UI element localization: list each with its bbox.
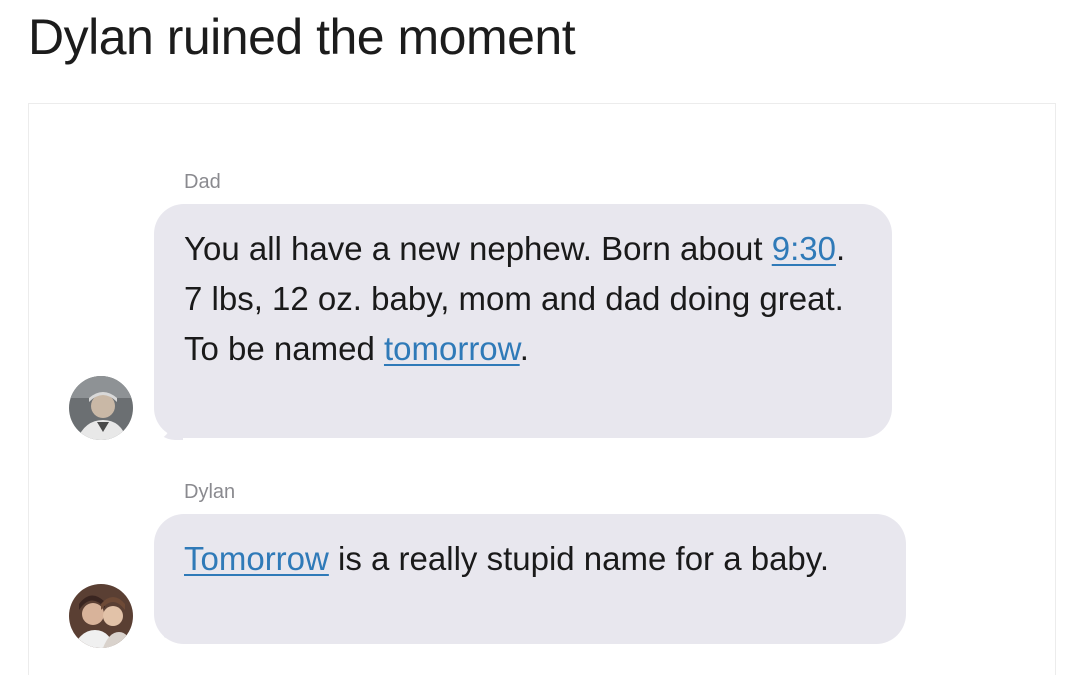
person-photo-avatar-icon[interactable]	[69, 584, 133, 648]
message-thread-screenshot: Dad You all have a new nephew. Born abou…	[28, 103, 1056, 675]
message-text: .	[519, 330, 529, 367]
page: Dylan ruined the moment Dad You all have…	[0, 0, 1080, 675]
message-text: is a really stupid name for a baby.	[328, 540, 829, 577]
date-link[interactable]: tomorrow	[384, 330, 520, 367]
date-link[interactable]: Tomorrow	[184, 540, 329, 577]
sender-name-dylan: Dylan	[184, 481, 236, 503]
post-title: Dylan ruined the moment	[28, 9, 576, 65]
person-photo-avatar-icon[interactable]	[69, 376, 133, 440]
message-bubble-dad[interactable]: You all have a new nephew. Born about 9:…	[154, 204, 892, 438]
sender-name-dad: Dad	[184, 171, 221, 193]
time-link[interactable]: 9:30	[772, 230, 836, 267]
message-text: You all have a new nephew. Born about	[184, 230, 772, 267]
message-bubble-dylan[interactable]: Tomorrow is a really stupid name for a b…	[154, 514, 906, 644]
